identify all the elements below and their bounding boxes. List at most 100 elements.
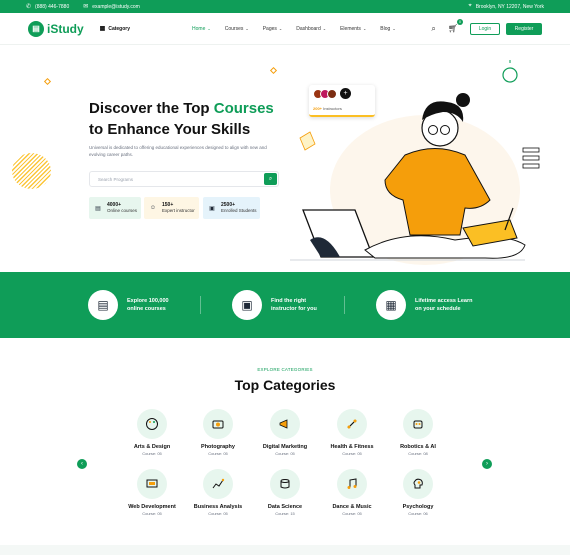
stat-online-courses: ▤ 4000+ Online courses (89, 197, 141, 219)
megaphone-icon (270, 409, 300, 439)
category-card-business-analysis[interactable]: Business Analysis Course: 05 (183, 469, 253, 517)
carousel-prev-button[interactable]: ‹ (77, 459, 87, 469)
category-name: Digital Marketing (262, 444, 308, 450)
students-icon: ▣ (209, 205, 215, 212)
category-count: Course: 15 (275, 511, 295, 516)
lifetime-access-icon: ▦ (376, 290, 406, 320)
hero-title-part2: to Enhance Your Skills (89, 121, 251, 138)
instructor-icon: ☺ (149, 205, 157, 211)
stat-label: Online courses (107, 208, 138, 213)
camera-icon (203, 409, 233, 439)
category-label: Category (108, 25, 131, 32)
category-card-robotics-ai[interactable]: Robotics & AI Course: 08 (383, 409, 453, 457)
hero-title: Discover the Top Courses to Enhance Your… (89, 98, 289, 140)
menu-pages-label: Pages (262, 25, 277, 32)
category-count: Course: 05 (208, 511, 228, 516)
divider (344, 296, 345, 314)
topbar-email[interactable]: ✉ example@istudy.com (83, 3, 140, 11)
nav-actions: ⌕ 🛒︎ 0 Login Register (431, 19, 542, 35)
chevron-down-icon: ⌄ (207, 26, 211, 31)
instructors-text: Instructors (323, 106, 342, 111)
chevron-down-icon: ⌄ (362, 26, 367, 31)
search-icon[interactable]: ⌕ (431, 24, 435, 34)
dumbbell-icon (337, 409, 367, 439)
striped-circle-decoration (12, 153, 51, 189)
menu-dashboard-label: Dashboard (296, 25, 321, 32)
feature-line2: on your schedule (415, 306, 461, 312)
palette-icon (137, 409, 167, 439)
category-menu-button[interactable]: ▦ Category (99, 25, 131, 33)
chart-icon (203, 469, 233, 499)
feature-lifetime: ▦ Lifetime access Learn on your schedule (376, 290, 485, 320)
next-section-edge (0, 545, 570, 555)
category-count: Course: 05 (342, 511, 362, 516)
category-name: Photography (201, 444, 235, 450)
menu-dashboard[interactable]: Dashboard ⌄ (296, 26, 326, 32)
menu-courses[interactable]: Courses ⌄ (225, 26, 249, 32)
hero-description: Universal is dedicated to offering educa… (89, 145, 267, 157)
feature-explore: ▤ Explore 100,000 online courses (88, 290, 197, 320)
mail-icon: ✉ (83, 4, 89, 10)
topbar-location: ⌖ Brooklyn, NY 12207, New York (468, 3, 544, 10)
feature-instructor: ▣ Find the right instructor for you (232, 290, 341, 320)
stat-expert-instructor: ☺ 150+ Expert instructor (144, 197, 199, 219)
category-card-photography[interactable]: Photography Course: 05 (183, 409, 253, 457)
category-count: Course: 08 (408, 451, 428, 456)
phone-text: (888) 446-7880 (35, 3, 70, 10)
category-count: Course: 05 (275, 451, 295, 456)
register-button[interactable]: Register (506, 22, 542, 35)
logo[interactable]: ▤ iStudy (28, 20, 84, 37)
category-count: Course: 05 (342, 451, 362, 456)
category-card-data-science[interactable]: Data Science Course: 15 (250, 469, 320, 517)
category-card-psychology[interactable]: Psychology Course: 06 (383, 469, 453, 517)
logo-text: iStudy (47, 21, 84, 36)
category-card-web-development[interactable]: Web Development Course: 05 (117, 469, 187, 517)
divider (200, 296, 201, 314)
search-input[interactable]: Search Programs ⌕ (89, 171, 279, 187)
search-button[interactable]: ⌕ (264, 173, 277, 185)
stat-label: Enrolled Students (221, 208, 257, 213)
category-count: Course: 05 (208, 451, 228, 456)
category-name: Dance & Music (332, 504, 372, 510)
topbar-phone[interactable]: ✆ (888) 446-7880 (26, 3, 70, 11)
chevron-down-icon: ⌄ (392, 26, 396, 31)
category-name: Business Analysis (193, 504, 243, 510)
category-name: Web Development (128, 504, 176, 510)
courses-icon: ▤ (88, 290, 118, 320)
cart-icon[interactable]: 🛒︎ 0 (448, 19, 463, 33)
menu-blog-label: Blog (380, 25, 391, 32)
main-nav: ▤ iStudy ▦ Category Home ⌄ Courses ⌄ Pages ⌄… (0, 13, 570, 45)
feature-line1: Find the right (271, 298, 307, 304)
category-card-arts-design[interactable]: Arts & Design Course: 05 (117, 409, 187, 457)
database-icon (270, 469, 300, 499)
menu-home[interactable]: Home ⌄ (192, 26, 211, 32)
stat-enrolled-students: ▣ 2500+ Enrolled Students (203, 197, 260, 219)
menu-elements[interactable]: Elements ⌄ (340, 26, 366, 32)
categories-kicker: EXPLORE CATEGORIES (257, 367, 313, 372)
search-icon: ⌕ (268, 175, 273, 182)
monitor-icon (137, 469, 167, 499)
hero-title-highlight: Courses (213, 100, 274, 117)
grid-icon: ▦ (99, 26, 106, 32)
category-card-dance-music[interactable]: Dance & Music Course: 05 (317, 469, 387, 517)
avatar (327, 89, 337, 99)
category-count: Course: 05 (142, 511, 162, 516)
book-icon: ▤ (95, 205, 101, 212)
instructors-count: 200+ (313, 106, 323, 111)
chevron-down-icon: ⌄ (278, 26, 283, 31)
login-button[interactable]: Login (470, 22, 500, 35)
robot-icon (403, 409, 433, 439)
menu-blog[interactable]: Blog ⌄ (380, 26, 395, 32)
carousel-next-button[interactable]: › (482, 459, 492, 469)
category-count: Course: 05 (142, 451, 162, 456)
location-pin-icon: ⌖ (468, 3, 472, 9)
phone-icon: ✆ (26, 4, 32, 10)
topbar: ✆ (888) 446-7880 ✉ example@istudy.com ⌖ Bro… (0, 0, 570, 13)
hero-title-part1: Discover the Top (89, 100, 214, 117)
feature-line1: Explore 100,000 (127, 298, 169, 304)
chevron-down-icon: ⌄ (322, 26, 327, 31)
category-card-digital-marketing[interactable]: Digital Marketing Course: 05 (250, 409, 320, 457)
menu-pages[interactable]: Pages ⌄ (263, 26, 283, 32)
feature-line2: online courses (127, 306, 166, 312)
category-card-health-fitness[interactable]: Health & Fitness Course: 05 (317, 409, 387, 457)
